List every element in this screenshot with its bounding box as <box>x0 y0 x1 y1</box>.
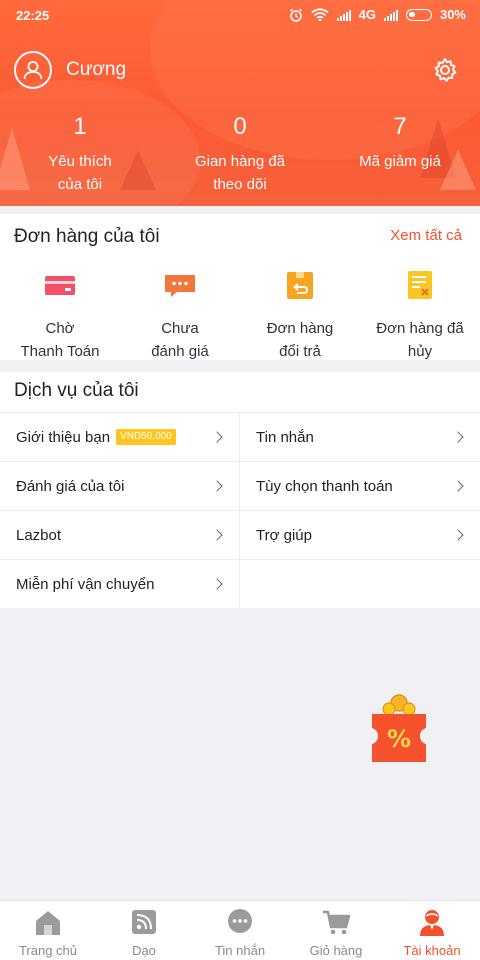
signal-icon <box>336 9 351 21</box>
see-all-link[interactable]: Xem tất cả <box>390 227 462 244</box>
service-label: Miễn phí vận chuyển <box>16 575 155 593</box>
service-label: Đánh giá của tôi <box>16 477 125 495</box>
profile-stats: 1 Yêu thích của tôi 0 Gian hàng đã theo … <box>0 112 480 196</box>
status-time: 22:25 <box>16 8 50 23</box>
stat-label-line: Gian hàng đã <box>194 153 286 170</box>
cancelled-doc-icon <box>408 271 432 299</box>
services-title: Dịch vụ của tôi <box>14 380 139 401</box>
bottom-navigation: Trang chủ Dạo Tin nhắn Giỏ hàng Tài khoả… <box>0 900 480 960</box>
chevron-right-icon <box>211 578 223 590</box>
username: Cương <box>66 59 127 80</box>
feed-icon <box>132 910 156 934</box>
order-cancelled[interactable]: Đơn hàng đã hủy <box>360 270 480 363</box>
order-returns[interactable]: Đơn hàng đổi trả <box>240 270 360 363</box>
voucher-floating-icon[interactable]: % <box>368 692 430 764</box>
stat-value: 7 <box>393 113 407 140</box>
service-label: Tin nhắn <box>256 428 314 446</box>
stat-favorites[interactable]: 1 Yêu thích của tôi <box>0 112 160 196</box>
service-help[interactable]: Trợ giúp <box>240 511 480 559</box>
stat-value: 1 <box>73 113 87 140</box>
message-icon <box>228 909 252 933</box>
stat-label-line: Yêu thích <box>48 153 112 170</box>
gear-icon[interactable] <box>432 57 458 83</box>
stat-value: 0 <box>233 113 247 140</box>
service-empty-cell <box>240 560 480 608</box>
nav-label: Giỏ hàng <box>309 943 363 958</box>
order-label-line: Chờ <box>45 320 75 337</box>
service-payment-options[interactable]: Tùy chọn thanh toán <box>240 462 480 510</box>
order-label-line: Đơn hàng đã <box>376 320 464 337</box>
avatar[interactable] <box>14 51 52 89</box>
stat-label: Mã giảm giá <box>320 150 480 173</box>
my-services-card: Dịch vụ của tôi Giới thiệu bạn VND50,000… <box>0 372 480 608</box>
service-label: Giới thiệu bạn <box>16 428 111 446</box>
cart-icon <box>323 910 351 935</box>
svg-text:%: % <box>387 725 411 753</box>
service-free-shipping[interactable]: Miễn phí vận chuyển <box>0 560 240 608</box>
chevron-right-icon <box>452 480 464 492</box>
service-label: Lazbot <box>16 526 62 544</box>
battery-level: 30% <box>439 7 466 22</box>
nav-messages[interactable]: Tin nhắn <box>192 901 288 960</box>
wifi-icon <box>311 8 329 21</box>
nav-feed[interactable]: Dạo <box>96 901 192 960</box>
service-label: Trợ giúp <box>256 526 312 544</box>
stat-label: Yêu thích của tôi <box>0 150 160 196</box>
order-label-line: Thanh Toán <box>20 343 100 360</box>
network-type: 4G <box>358 7 376 22</box>
profile-header: 22:25 4G 30% Cương 1 Yêu thích của tôi 0… <box>0 0 480 206</box>
order-label-line: hủy <box>407 343 433 360</box>
service-lazbot[interactable]: Lazbot <box>0 511 240 559</box>
user-icon <box>23 61 43 80</box>
chat-icon <box>165 275 195 297</box>
home-icon <box>36 911 60 935</box>
chevron-right-icon <box>452 529 464 541</box>
profile-info[interactable]: Cương <box>14 51 126 89</box>
stat-label-line: của tôi <box>57 176 103 193</box>
services-list: Giới thiệu bạn VND50,000 Tin nhắn Đánh g… <box>0 412 480 608</box>
battery-icon <box>405 8 432 21</box>
card-icon <box>45 276 75 295</box>
service-messages[interactable]: Tin nhắn <box>240 413 480 461</box>
return-box-icon <box>287 272 313 299</box>
service-refer-friend[interactable]: Giới thiệu bạn VND50,000 <box>0 413 240 461</box>
account-icon <box>420 910 444 936</box>
nav-label: Trang chủ <box>18 943 78 958</box>
chevron-right-icon <box>211 480 223 492</box>
order-pending-payment[interactable]: Chờ Thanh Toán <box>0 270 120 363</box>
service-label: Tùy chọn thanh toán <box>256 477 393 495</box>
stat-label-line: Mã giảm giá <box>359 153 441 170</box>
referral-reward-badge: VND50,000 <box>116 429 176 445</box>
chevron-right-icon <box>211 529 223 541</box>
order-label-line: Chưa <box>161 320 199 337</box>
orders-title: Đơn hàng của tôi <box>14 226 160 247</box>
my-orders-card: Đơn hàng của tôi Xem tất cả Chờ Thanh To… <box>0 214 480 360</box>
stat-followed-stores[interactable]: 0 Gian hàng đã theo dõi <box>160 112 320 196</box>
nav-label: Dạo <box>132 943 156 958</box>
nav-home[interactable]: Trang chủ <box>0 901 96 960</box>
order-label-line: Đơn hàng <box>266 320 334 337</box>
signal-icon <box>383 9 398 21</box>
chevron-right-icon <box>452 431 464 443</box>
nav-label: Tài khoản <box>403 943 461 958</box>
alarm-icon <box>289 8 302 22</box>
chevron-right-icon <box>211 431 223 443</box>
nav-account[interactable]: Tài khoản <box>384 901 480 960</box>
stat-vouchers[interactable]: 7 Mã giảm giá <box>320 112 480 196</box>
nav-cart[interactable]: Giỏ hàng <box>288 901 384 960</box>
service-my-reviews[interactable]: Đánh giá của tôi <box>0 462 240 510</box>
order-to-review[interactable]: Chưa đánh giá <box>120 270 240 363</box>
stat-label: Gian hàng đã theo dõi <box>160 150 320 196</box>
stat-label-line: theo dõi <box>213 176 267 193</box>
order-label-line: đổi trả <box>279 343 321 360</box>
nav-label: Tin nhắn <box>214 943 266 958</box>
order-label-line: đánh giá <box>151 343 209 360</box>
status-bar: 22:25 4G 30% <box>0 0 480 30</box>
